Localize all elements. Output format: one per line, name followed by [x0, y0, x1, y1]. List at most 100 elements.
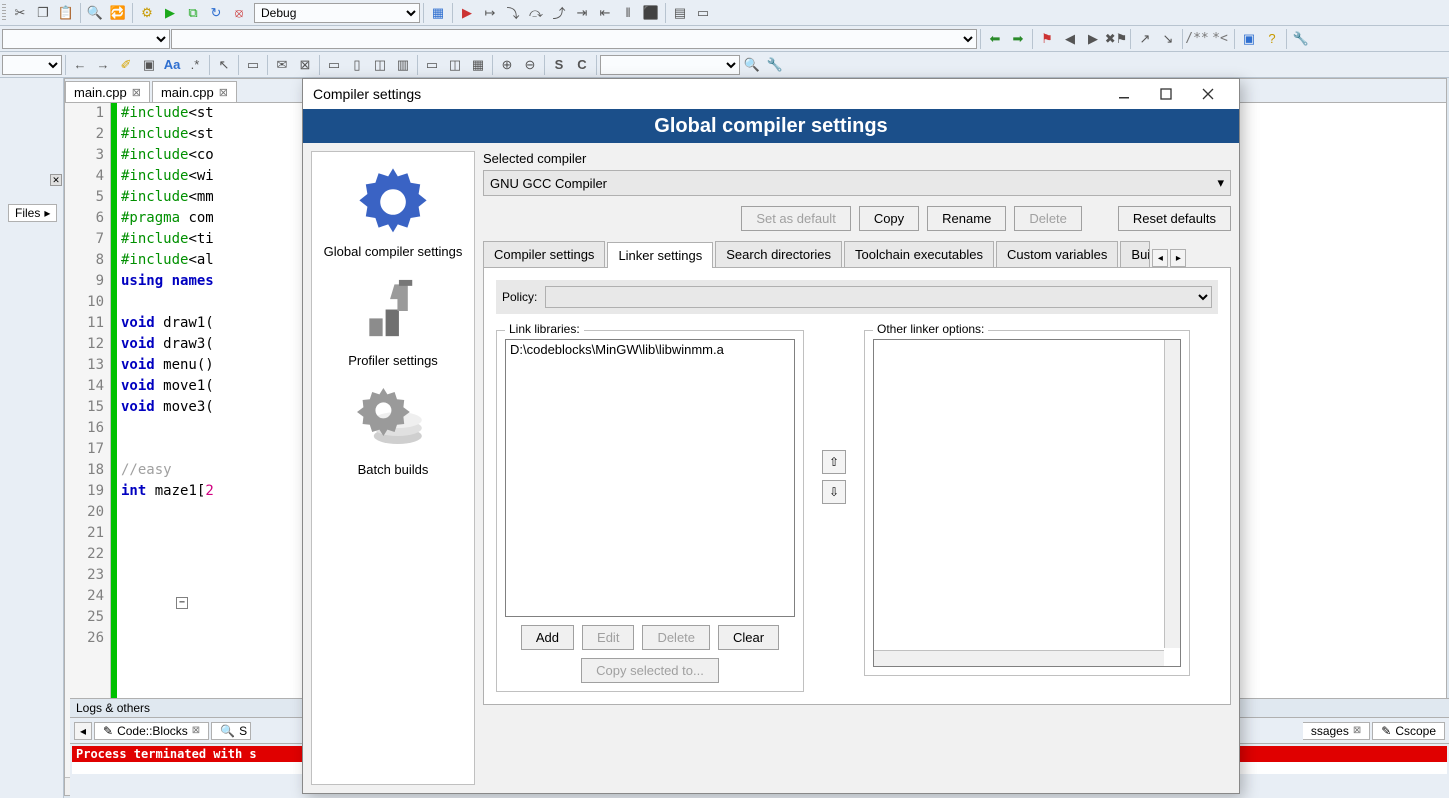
- stop-debug-icon[interactable]: ⬛: [640, 2, 662, 24]
- dialog-titlebar[interactable]: Compiler settings: [303, 79, 1239, 109]
- next-instr-icon[interactable]: ⇥: [571, 2, 593, 24]
- close-button[interactable]: [1187, 80, 1229, 108]
- wrench-icon[interactable]: 🔧: [1290, 28, 1312, 50]
- debug-windows-icon[interactable]: ▤: [669, 2, 691, 24]
- close-icon[interactable]: ⊠: [1353, 725, 1361, 736]
- link-libraries-listbox[interactable]: D:\codeblocks\MinGW\lib\libwinmm.a: [505, 339, 795, 617]
- layout4-icon[interactable]: ▥: [392, 54, 414, 76]
- file-tab-1[interactable]: main.cpp ⊠: [65, 81, 150, 102]
- box1-icon[interactable]: ▭: [242, 54, 264, 76]
- mail-icon[interactable]: ✉: [271, 54, 293, 76]
- window-icon[interactable]: ▣: [1238, 28, 1260, 50]
- delete-button[interactable]: Delete: [1014, 206, 1082, 231]
- step-over-icon[interactable]: ⤼: [525, 2, 547, 24]
- highlight-icon[interactable]: ✐: [115, 54, 137, 76]
- tabs-scroll-left-icon[interactable]: ◂: [1152, 249, 1168, 267]
- close-icon[interactable]: ⊠: [219, 86, 228, 99]
- nav-back-icon[interactable]: ⬅: [984, 28, 1006, 50]
- layout5-icon[interactable]: ▭: [421, 54, 443, 76]
- other-linker-textarea[interactable]: [873, 339, 1181, 667]
- layout2-icon[interactable]: ▯: [346, 54, 368, 76]
- bookmark-next-icon[interactable]: ▶: [1082, 28, 1104, 50]
- selected-compiler-combo[interactable]: GNU GCC Compiler ▾: [483, 170, 1231, 196]
- layout1-icon[interactable]: ▭: [323, 54, 345, 76]
- log-tab-codeblocks[interactable]: ✎ Code::Blocks ⊠: [94, 722, 209, 740]
- bookmark-flag-icon[interactable]: ⚑: [1036, 28, 1058, 50]
- fold-toggle-icon[interactable]: −: [176, 597, 188, 609]
- step-out-icon[interactable]: ⤴: [548, 2, 570, 24]
- match-case-icon[interactable]: Aa: [161, 54, 183, 76]
- jump2-icon[interactable]: ↘: [1157, 28, 1179, 50]
- layout7-icon[interactable]: ▦: [467, 54, 489, 76]
- vertical-scrollbar[interactable]: [1164, 340, 1180, 648]
- sidebar-item-batch[interactable]: Batch builds: [344, 376, 442, 481]
- mini-combo[interactable]: [2, 55, 62, 75]
- sidebar-item-profiler[interactable]: Profiler settings: [344, 267, 442, 372]
- log-tabs-left-icon[interactable]: ◂: [74, 722, 92, 740]
- abort-icon[interactable]: ⦻: [228, 2, 250, 24]
- build-run-icon[interactable]: ⧉: [182, 2, 204, 24]
- move-down-button[interactable]: ⇩: [822, 480, 846, 504]
- horizontal-scrollbar[interactable]: [874, 650, 1164, 666]
- find-replace-icon[interactable]: 🔁: [107, 2, 129, 24]
- tab-toolchain-executables[interactable]: Toolchain executables: [844, 241, 994, 267]
- step-into-icon[interactable]: ⤵: [502, 2, 524, 24]
- layout3-icon[interactable]: ◫: [369, 54, 391, 76]
- symbol-combo[interactable]: [171, 29, 977, 49]
- tab-compiler-settings[interactable]: Compiler settings: [483, 241, 605, 267]
- lib-delete-button[interactable]: Delete: [642, 625, 710, 650]
- copy-icon[interactable]: ❐: [32, 2, 54, 24]
- search-exec-icon[interactable]: 🔍: [741, 54, 763, 76]
- close-icon[interactable]: ⊠: [132, 86, 141, 99]
- debug-run-icon[interactable]: ▦: [427, 2, 449, 24]
- policy-combo[interactable]: [545, 286, 1212, 308]
- dock-close-icon[interactable]: ✕: [50, 174, 62, 186]
- nav-forward-icon[interactable]: ➡: [1007, 28, 1029, 50]
- info-icon[interactable]: ▭: [692, 2, 714, 24]
- cut-icon[interactable]: ✂: [9, 2, 31, 24]
- tabs-scroll-right-icon[interactable]: ▸: [1170, 249, 1186, 267]
- regex-icon[interactable]: .*: [184, 54, 206, 76]
- minimize-button[interactable]: [1103, 80, 1145, 108]
- scope-combo[interactable]: [2, 29, 170, 49]
- library-item[interactable]: D:\codeblocks\MinGW\lib\libwinmm.a: [510, 342, 790, 357]
- set-as-default-button[interactable]: Set as default: [741, 206, 851, 231]
- search-combo[interactable]: [600, 55, 740, 75]
- zoom-out-icon[interactable]: ⊖: [519, 54, 541, 76]
- log-tab-search[interactable]: 🔍 S: [211, 722, 251, 740]
- move-up-button[interactable]: ⇧: [822, 450, 846, 474]
- log-tab-messages[interactable]: ssages ⊠: [1303, 722, 1370, 740]
- mail2-icon[interactable]: ⊠: [294, 54, 316, 76]
- files-tab[interactable]: Files ▸: [8, 204, 57, 222]
- find-icon[interactable]: 🔍: [84, 2, 106, 24]
- letter-s-icon[interactable]: S: [548, 54, 570, 76]
- layout6-icon[interactable]: ◫: [444, 54, 466, 76]
- select-icon[interactable]: ▣: [138, 54, 160, 76]
- lib-edit-button[interactable]: Edit: [582, 625, 634, 650]
- debug-continue-icon[interactable]: ▶: [456, 2, 478, 24]
- back-icon[interactable]: ←: [69, 54, 91, 76]
- step-instr-icon[interactable]: ⇤: [594, 2, 616, 24]
- search-opts-icon[interactable]: 🔧: [764, 54, 786, 76]
- copy-selected-to-button[interactable]: Copy selected to...: [581, 658, 719, 683]
- jump-icon[interactable]: ↗: [1134, 28, 1156, 50]
- lib-add-button[interactable]: Add: [521, 625, 574, 650]
- bookmark-prev-icon[interactable]: ◀: [1059, 28, 1081, 50]
- reset-defaults-button[interactable]: Reset defaults: [1118, 206, 1231, 231]
- tab-search-directories[interactable]: Search directories: [715, 241, 842, 267]
- pointer-icon[interactable]: ↖: [213, 54, 235, 76]
- help-icon[interactable]: ?: [1261, 28, 1283, 50]
- zoom-in-icon[interactable]: ⊕: [496, 54, 518, 76]
- forward-icon[interactable]: →: [92, 54, 114, 76]
- log-tab-cscope[interactable]: ✎ Cscope: [1372, 722, 1445, 740]
- tab-build[interactable]: Bui: [1120, 241, 1150, 267]
- sidebar-item-global-compiler[interactable]: Global compiler settings: [320, 158, 467, 263]
- break-icon[interactable]: ‖: [617, 2, 639, 24]
- rename-button[interactable]: Rename: [927, 206, 1006, 231]
- paste-icon[interactable]: 📋: [55, 2, 77, 24]
- tab-custom-variables[interactable]: Custom variables: [996, 241, 1118, 267]
- uncomment-icon[interactable]: *<: [1209, 28, 1231, 50]
- letter-c-icon[interactable]: C: [571, 54, 593, 76]
- lib-clear-button[interactable]: Clear: [718, 625, 779, 650]
- copy-button[interactable]: Copy: [859, 206, 919, 231]
